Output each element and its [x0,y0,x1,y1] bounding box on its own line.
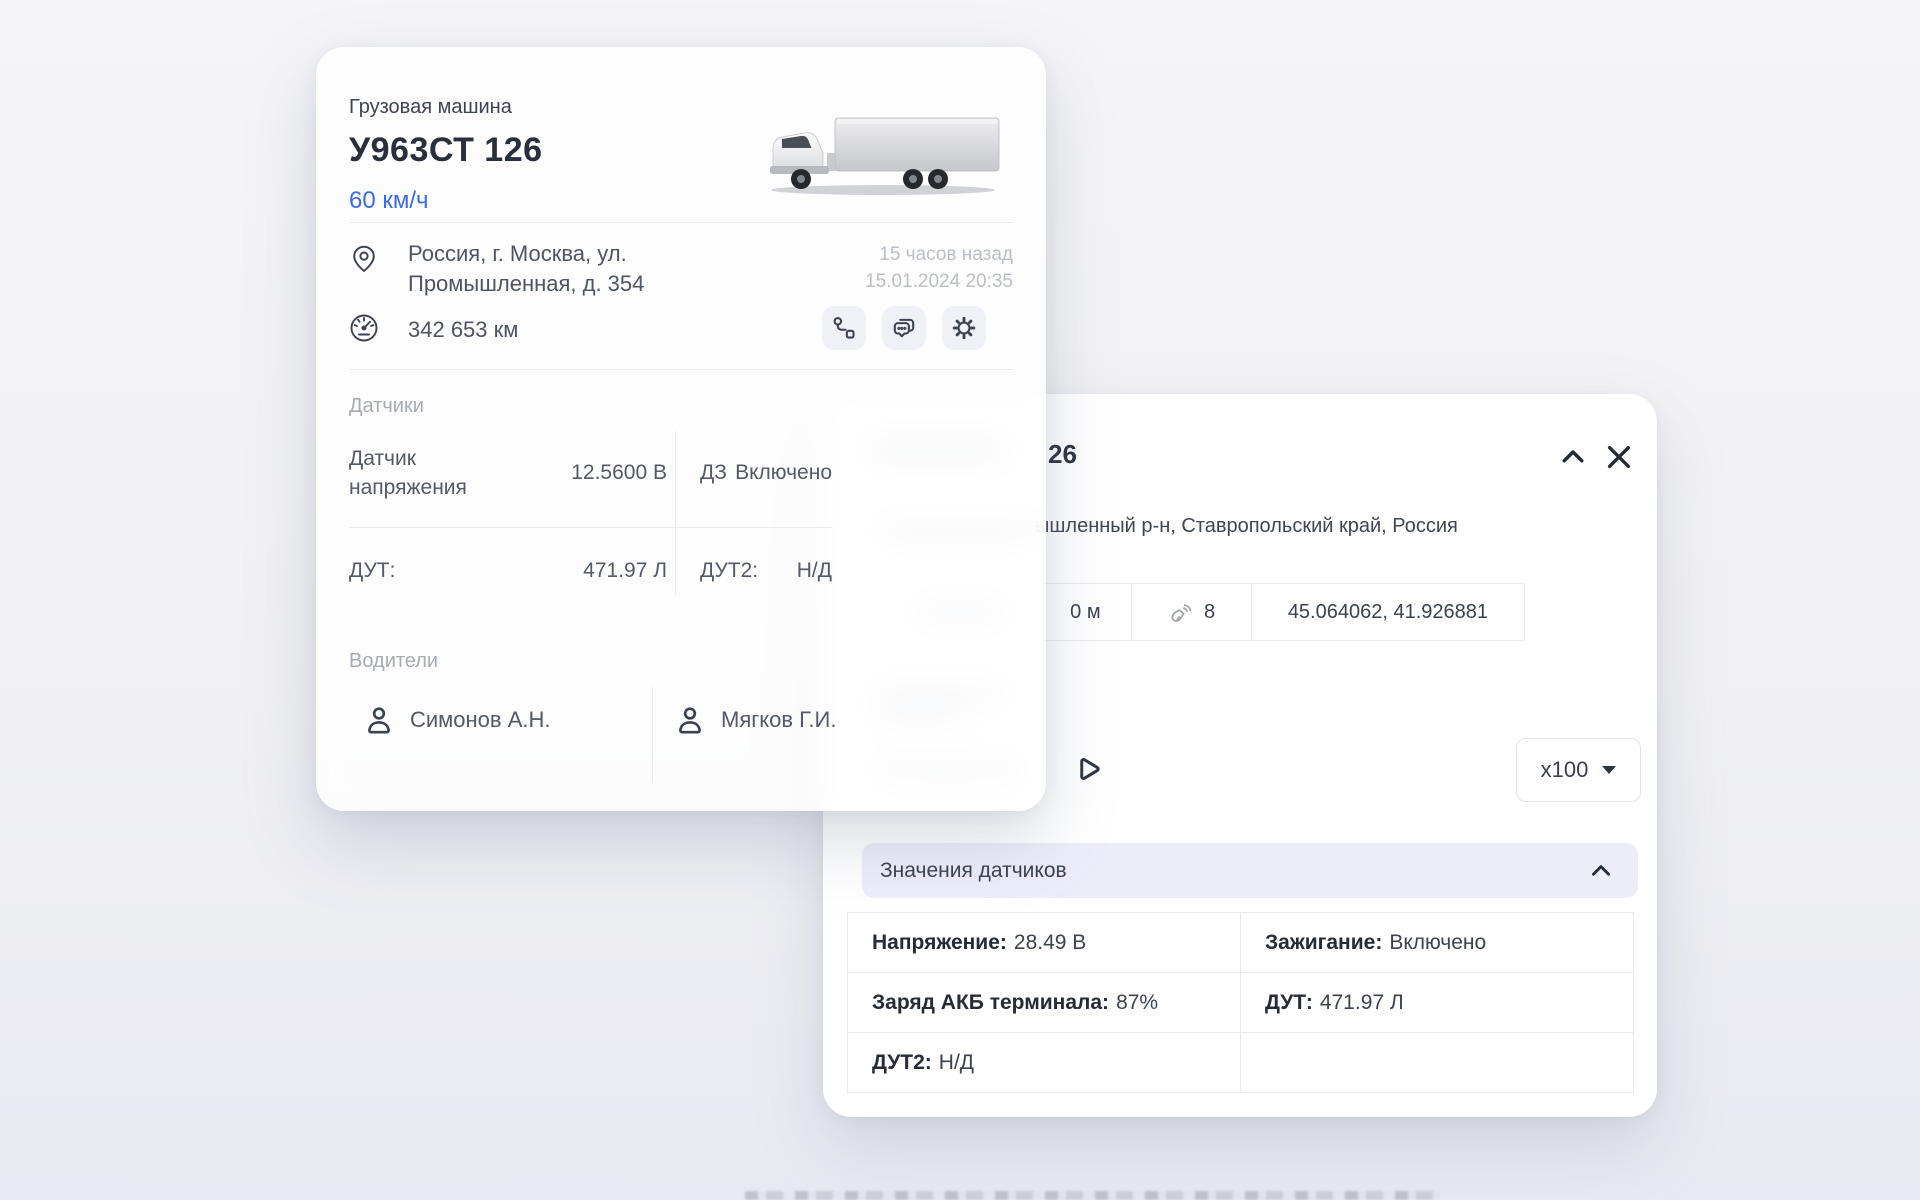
satellites-cell: 8 [1132,584,1252,640]
chat-icon [891,315,917,341]
play-icon [1069,752,1103,786]
driver-name: Мягков Г.И. [721,707,836,733]
sensor-item-fuel1: ДУТ: 471.97 Л [349,527,667,614]
table-cell: ДУТ:471.97 Л [1241,973,1633,1032]
table-row: Заряд АКБ терминала:87% ДУТ:471.97 Л [848,973,1633,1033]
dropdown-caret-icon [1602,766,1616,774]
chevron-up-icon [1588,858,1614,884]
timestamp: 15.01.2024 20:35 [865,268,1013,295]
sensor-values-title: Значения датчиков [880,859,1067,883]
settings-button[interactable] [942,306,986,350]
altitude-value: 0 м [1070,601,1100,624]
table-row: ДУТ2:Н/Д [848,1033,1633,1092]
person-icon [362,703,396,737]
table-cell: Зажигание:Включено [1241,913,1633,972]
last-update-block: 15 часов назад 15.01.2024 20:35 [865,241,1013,295]
driver-item: Симонов А.Н. [362,703,551,737]
sensor-item-voltage: Датчик напряжения 12.5600 В [349,419,667,527]
page: 26 ышленный р-н, Ставропольский край, Ро… [0,0,1920,1200]
altitude-cell: 0 м [1040,584,1133,640]
driver-name: Симонов А.Н. [410,707,551,733]
clipped-bottom-content [745,1191,1440,1200]
satellite-icon [1168,599,1194,625]
collapse-button[interactable] [1556,440,1590,474]
vehicle-type-label: Грузовая машина [349,96,512,119]
odometer-icon [346,310,382,346]
vehicle-card: Грузовая машина У963СТ 126 60 км/ч [316,47,1046,811]
sensor-item-ignition: ДЗ Включено [700,419,832,527]
time-ago: 15 часов назад [865,241,1013,268]
satellites-value: 8 [1204,601,1215,624]
close-icon [1603,441,1635,473]
divider [349,369,1013,370]
sensor-values-table: Напряжение:28.49 В Зажигание:Включено За… [847,912,1634,1093]
popup-address: ышленный р-н, Ставропольский край, Росси… [1035,515,1458,538]
sensors-section-title: Датчики [349,395,424,418]
driver-item: Мягков Г.И. [673,703,836,737]
vehicle-plate: У963СТ 126 [349,131,543,170]
sensor-item-fuel2: ДУТ2: Н/Д [700,527,832,614]
divider [675,431,676,595]
settings-gear-icon [951,315,977,341]
table-cell [1241,1033,1633,1092]
chat-button[interactable] [882,306,926,350]
route-button[interactable] [822,306,866,350]
location-pin-icon [348,243,380,275]
drivers-section-title: Водители [349,650,438,673]
coordinates-cell: 45.064062, 41.926881 [1252,584,1524,640]
route-icon [831,315,857,341]
sensor-values-header[interactable]: Значения датчиков [862,843,1638,898]
close-button[interactable] [1602,440,1636,474]
divider [349,222,1013,223]
divider [652,687,653,783]
table-row: Напряжение:28.49 В Зажигание:Включено [848,913,1633,973]
coordinates-value: 45.064062, 41.926881 [1288,601,1488,624]
playback-speed-select[interactable]: x100 [1516,738,1641,802]
chevron-up-icon [1558,442,1588,472]
sensors-grid: Датчик напряжения 12.5600 В ДЗ Включено … [349,419,832,614]
play-button[interactable] [1069,752,1103,786]
truck-image [761,113,1006,198]
person-icon [673,703,707,737]
table-cell: Напряжение:28.49 В [848,913,1241,972]
vehicle-address: Россия, г. Москва, ул. Промышленная, д. … [408,239,668,299]
odometer-value: 342 653 км [408,317,518,343]
vehicle-actions [822,306,986,350]
playback-speed-value: x100 [1541,757,1589,783]
popup-title: 26 [1048,439,1077,470]
table-cell: ДУТ2:Н/Д [848,1033,1241,1092]
table-cell: Заряд АКБ терминала:87% [848,973,1241,1032]
vehicle-speed: 60 км/ч [349,187,429,215]
